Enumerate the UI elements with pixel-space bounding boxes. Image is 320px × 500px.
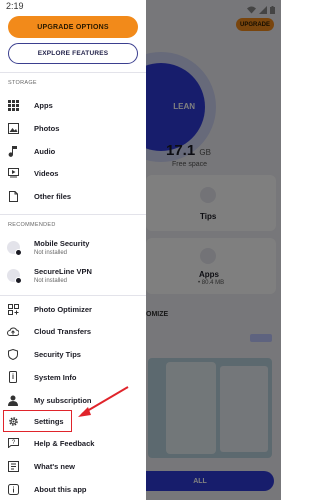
annotation-arrow-icon xyxy=(78,386,129,417)
system-icons xyxy=(247,1,275,19)
signal-icon xyxy=(259,1,267,19)
battery-icon xyxy=(270,1,275,19)
status-time: 2:19 xyxy=(6,1,24,11)
status-bar: 2:19 xyxy=(0,0,281,14)
wifi-icon xyxy=(247,1,256,19)
